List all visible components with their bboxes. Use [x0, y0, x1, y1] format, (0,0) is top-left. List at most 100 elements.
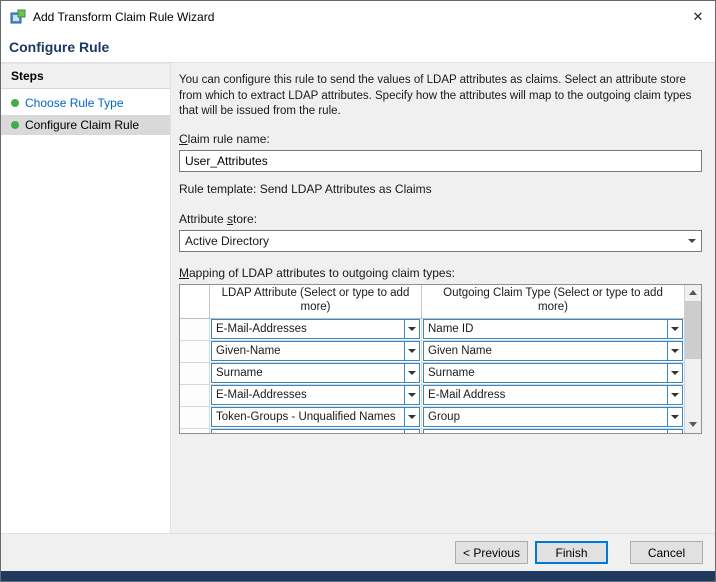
combo-value: Given-Name [216, 345, 404, 357]
chevron-down-icon[interactable] [667, 320, 682, 338]
combo-value: Surname [216, 367, 404, 379]
ldap-attribute-select[interactable]: E-Mail-Addresses [211, 385, 420, 405]
outgoing-claim-column-header: Outgoing Claim Type (Select or type to a… [422, 285, 684, 318]
scroll-up-button[interactable] [685, 285, 701, 301]
wizard-icon [10, 9, 26, 25]
combo-value: E-Mail-Addresses [216, 323, 404, 335]
label-text: tore: [233, 212, 257, 226]
ldap-attribute-cell: E-Mail-Addresses [210, 319, 422, 340]
wizard-body: Steps Choose Rule Type Configure Claim R… [1, 63, 715, 533]
scroll-down-button[interactable] [685, 417, 701, 433]
mapping-row: Given-Name Given Name [180, 341, 684, 363]
combo-value: Group [428, 411, 667, 423]
scrollbar-thumb[interactable] [685, 301, 701, 359]
row-selector-cell[interactable] [180, 319, 210, 340]
add-transform-claim-rule-wizard-window: Add Transform Claim Rule Wizard ✕ Config… [0, 0, 716, 582]
previous-button[interactable]: < Previous [455, 541, 528, 564]
close-button[interactable]: ✕ [681, 1, 715, 32]
chevron-down-icon[interactable] [404, 430, 419, 433]
ldap-attribute-cell: Token-Groups - Unqualified Names [210, 407, 422, 428]
label-text: apping of LDAP attributes to outgoing cl… [189, 266, 455, 280]
ldap-attribute-select[interactable]: E-Mail-Addresses [211, 319, 420, 339]
row-selector-cell[interactable] [180, 429, 210, 433]
rule-template-text: Rule template: Send LDAP Attributes as C… [179, 182, 702, 196]
label-text: laim rule name: [188, 132, 270, 146]
claim-rule-name-label: Claim rule name: [179, 132, 702, 146]
attribute-store-value: Active Directory [185, 234, 683, 248]
ldap-attribute-cell: Surname [210, 363, 422, 384]
step-label: Configure Claim Rule [25, 118, 139, 132]
combo-value: E-Mail Address [428, 389, 667, 401]
row-selector-cell[interactable] [180, 341, 210, 362]
outgoing-claim-cell: Name ID [422, 319, 684, 340]
ldap-attribute-cell: E-Mail-Addresses [210, 385, 422, 406]
chevron-down-icon[interactable] [667, 430, 682, 433]
chevron-down-icon[interactable] [404, 408, 419, 426]
ldap-attribute-select[interactable]: Surname [211, 363, 420, 383]
outgoing-claim-cell: Group [422, 407, 684, 428]
combo-value: Name ID [428, 323, 667, 335]
step-label: Choose Rule Type [25, 96, 124, 110]
sidebar-item-configure-claim-rule[interactable]: Configure Claim Rule [1, 115, 170, 135]
bottom-accent-band [1, 571, 715, 581]
mapping-grid-content: LDAP Attribute (Select or type to add mo… [180, 285, 684, 433]
outgoing-claim-select[interactable]: Surname [423, 363, 683, 383]
outgoing-claim-select[interactable]: Given Name [423, 341, 683, 361]
chevron-down-icon[interactable] [404, 342, 419, 360]
ldap-attribute-cell: Given-Name [210, 341, 422, 362]
outgoing-claim-cell: Surname [422, 363, 684, 384]
label-accesskey: M [179, 266, 189, 280]
outgoing-claim-cell [422, 429, 684, 433]
ldap-attribute-select[interactable] [211, 429, 420, 433]
mapping-grid: LDAP Attribute (Select or type to add mo… [179, 284, 702, 434]
sidebar-item-choose-rule-type[interactable]: Choose Rule Type [1, 93, 170, 113]
label-accesskey: C [179, 132, 188, 146]
main-panel: You can configure this rule to send the … [171, 63, 715, 533]
mapping-row: Token-Groups - Unqualified Names Group [180, 407, 684, 429]
attribute-store-select[interactable]: Active Directory [179, 230, 702, 252]
combo-value: Given Name [428, 345, 667, 357]
chevron-down-icon[interactable] [404, 320, 419, 338]
outgoing-claim-select[interactable]: Name ID [423, 319, 683, 339]
chevron-down-icon[interactable] [667, 342, 682, 360]
window-title: Add Transform Claim Rule Wizard [33, 10, 214, 24]
chevron-down-icon[interactable] [404, 364, 419, 382]
outgoing-claim-select[interactable]: E-Mail Address [423, 385, 683, 405]
step-complete-icon [11, 99, 19, 107]
combo-value: Token-Groups - Unqualified Names [216, 411, 404, 423]
outgoing-claim-select[interactable]: Group [423, 407, 683, 427]
cancel-button[interactable]: Cancel [630, 541, 703, 564]
mapping-row: E-Mail-Addresses E-Mail Address [180, 385, 684, 407]
row-selector-cell[interactable] [180, 407, 210, 428]
row-selector-header [180, 285, 210, 318]
ldap-attribute-column-header: LDAP Attribute (Select or type to add mo… [210, 285, 422, 318]
grid-scrollbar[interactable] [684, 285, 701, 433]
label-text: Attribute [179, 212, 227, 226]
mapping-grid-header: LDAP Attribute (Select or type to add mo… [180, 285, 684, 319]
row-selector-cell[interactable] [180, 363, 210, 384]
chevron-down-icon[interactable] [667, 364, 682, 382]
ldap-attribute-select[interactable]: Token-Groups - Unqualified Names [211, 407, 420, 427]
mapping-label: Mapping of LDAP attributes to outgoing c… [179, 266, 702, 280]
combo-value: Surname [428, 367, 667, 379]
mapping-row: Surname Surname [180, 363, 684, 385]
description-text: You can configure this rule to send the … [179, 73, 702, 120]
chevron-down-icon[interactable] [404, 386, 419, 404]
outgoing-claim-select[interactable] [423, 429, 683, 433]
chevron-down-icon [683, 231, 701, 251]
outgoing-claim-cell: E-Mail Address [422, 385, 684, 406]
ldap-attribute-select[interactable]: Given-Name [211, 341, 420, 361]
footer-button-bar: < Previous Finish Cancel [1, 533, 715, 571]
finish-button[interactable]: Finish [535, 541, 608, 564]
mapping-row: E-Mail-Addresses Name ID [180, 319, 684, 341]
claim-rule-name-input[interactable] [179, 150, 702, 172]
chevron-down-icon[interactable] [667, 386, 682, 404]
titlebar: Add Transform Claim Rule Wizard ✕ [1, 1, 715, 32]
scrollbar-track[interactable] [685, 301, 701, 417]
attribute-store-label: Attribute store: [179, 212, 702, 226]
ldap-attribute-cell [210, 429, 422, 433]
row-selector-cell[interactable] [180, 385, 210, 406]
steps-sidebar: Steps Choose Rule Type Configure Claim R… [1, 63, 171, 533]
steps-header: Steps [1, 63, 170, 89]
chevron-down-icon[interactable] [667, 408, 682, 426]
